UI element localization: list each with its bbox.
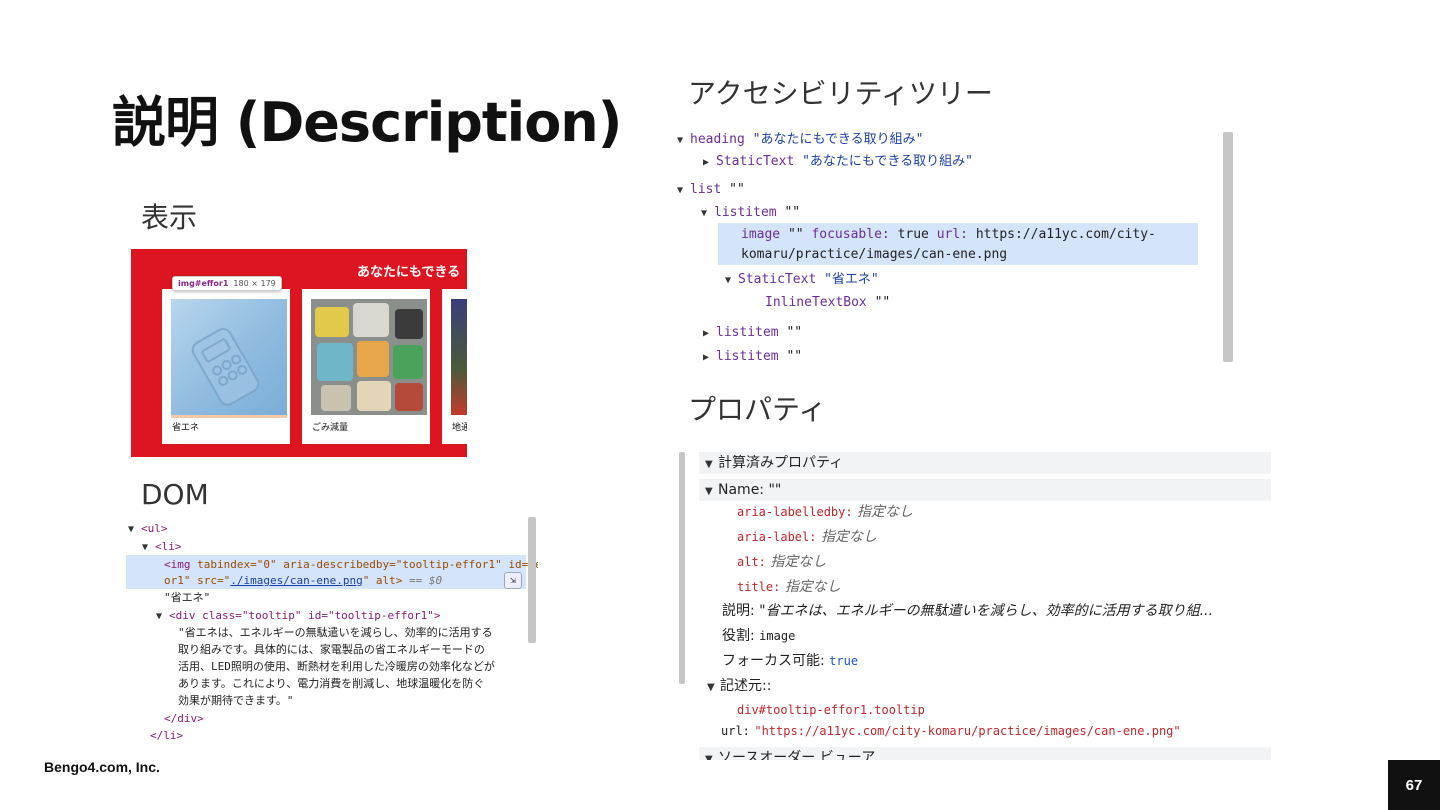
expand-triangle-icon[interactable]: ▼ bbox=[707, 677, 720, 699]
tooltip-selector: img#effor1 bbox=[178, 279, 229, 288]
ax-node-statictext[interactable]: ▼ StaticText "省エネ" bbox=[725, 270, 879, 290]
dom-node-img-cont[interactable]: or1" src="./images/can-ene.png" alt> == … bbox=[164, 572, 442, 589]
element-inspector-tooltip: img#effor1 180 × 179 bbox=[172, 276, 282, 291]
expand-triangle-icon[interactable]: ▼ bbox=[128, 521, 141, 538]
expand-triangle-icon[interactable]: ▼ bbox=[705, 454, 718, 476]
properties-label: プロパティ bbox=[688, 393, 827, 426]
prop-role: 役割: image bbox=[722, 628, 796, 644]
expand-triangle-icon[interactable]: ▼ bbox=[156, 608, 169, 625]
dom-node-li[interactable]: ▼ <li> bbox=[142, 538, 182, 555]
remote-control-image bbox=[171, 299, 287, 418]
ax-node-listitem-3[interactable]: ▶ listitem "" bbox=[703, 347, 802, 362]
src-link[interactable]: ./images/can-ene.png bbox=[230, 574, 362, 587]
footer-company: Bengo4.com, Inc. bbox=[44, 759, 160, 775]
dom-node-div-close: </div> bbox=[164, 712, 204, 725]
expand-triangle-icon[interactable]: ▼ bbox=[705, 481, 718, 503]
vegetables-image bbox=[451, 299, 467, 415]
preview-heading: あなたにもできる bbox=[357, 265, 461, 280]
prop-url: url: "https://a11yc.com/city-komaru/prac… bbox=[721, 724, 1181, 738]
ax-node-listitem[interactable]: ▼ listitem "" bbox=[701, 203, 800, 223]
ax-tree-scrollbar[interactable] bbox=[1223, 132, 1233, 362]
prop-focusable: フォーカス可能: true bbox=[722, 653, 859, 669]
collapse-triangle-icon[interactable]: ▶ bbox=[703, 153, 716, 173]
dom-node-ul[interactable]: ▼ <ul> bbox=[128, 520, 168, 537]
collapse-triangle-icon[interactable]: ▶ bbox=[703, 348, 716, 362]
dom-scrollbar[interactable] bbox=[528, 517, 536, 643]
ax-node-inlinetextbox[interactable]: InlineTextBox "" bbox=[765, 293, 890, 313]
prop-alt: alt: 指定なし bbox=[737, 554, 827, 570]
ax-node-listitem-2[interactable]: ▶ listitem "" bbox=[703, 323, 802, 343]
dom-node-img[interactable]: <img tabindex="0" aria-describedby="tool… bbox=[164, 556, 538, 573]
ax-node-heading[interactable]: ▼ heading "あなたにもできる取り組み" bbox=[677, 130, 924, 150]
dom-tooltip-text: 活用、LED照明の使用、断熱材を利用した冷暖房の効率化などが bbox=[178, 660, 495, 673]
preview-card-third[interactable]: 地通 bbox=[442, 289, 467, 444]
expand-triangle-icon[interactable]: ▼ bbox=[725, 271, 738, 291]
preview-caption: 地通 bbox=[452, 423, 467, 433]
expand-triangle-icon[interactable]: ▼ bbox=[142, 539, 155, 556]
preview-card-energy[interactable]: 省エネ bbox=[162, 289, 290, 444]
dom-text-node[interactable]: "省エネ" bbox=[164, 589, 210, 606]
trash-containers-image bbox=[311, 299, 427, 415]
preview-card-waste[interactable]: ごみ減量 bbox=[302, 289, 430, 444]
source-order-header[interactable]: ▼ ソースオーダー ビューア bbox=[699, 747, 1271, 760]
prop-title: title: 指定なし bbox=[737, 579, 841, 595]
preview-caption: ごみ減量 bbox=[312, 423, 349, 433]
properties-scrollbar[interactable] bbox=[679, 452, 685, 684]
rendered-preview: あなたにもできる 省エネ ごみ減量 地通 img#effor1 180 × 17… bbox=[131, 249, 467, 457]
dom-tooltip-text: 取り組みです。具体的には、家電製品の省エネルギーモードの bbox=[178, 643, 485, 656]
ax-node-heading-statictext[interactable]: ▶ StaticText "あなたにもできる取り組み" bbox=[703, 152, 973, 172]
prop-aria-labelledby: aria-labelledby: 指定なし bbox=[737, 504, 914, 520]
display-label: 表示 bbox=[141, 201, 198, 234]
prop-description: 説明: "省エネは、エネルギーの無駄遣いを減らし、効率的に活用する取り組... bbox=[722, 603, 1213, 619]
ax-tree-label: アクセシビリティツリー bbox=[688, 77, 993, 110]
described-by-target[interactable]: div#tooltip-effor1.tooltip bbox=[737, 699, 925, 721]
tooltip-size: 180 × 179 bbox=[233, 279, 276, 288]
expand-triangle-icon[interactable]: ▼ bbox=[701, 204, 714, 224]
ax-node-list[interactable]: ▼ list "" bbox=[677, 180, 745, 200]
preview-caption: 省エネ bbox=[172, 423, 200, 433]
name-row[interactable]: ▼ Name: "" bbox=[699, 479, 1271, 501]
expand-triangle-icon[interactable]: ▼ bbox=[705, 749, 718, 760]
accessibility-tree-panel: ▼ heading "あなたにもできる取り組み" ▶ StaticText "あなた… bbox=[677, 128, 1237, 362]
dom-node-li-close: </li> bbox=[150, 729, 184, 742]
collapse-triangle-icon[interactable]: ▶ bbox=[703, 324, 716, 344]
dom-tooltip-text: "省エネは、エネルギーの無駄遣いを減らし、効率的に活用する bbox=[178, 626, 493, 639]
dom-label: DOM bbox=[141, 478, 209, 511]
ai-assist-icon[interactable]: ⇲ bbox=[504, 572, 522, 589]
properties-panel: ▼ 計算済みプロパティ ▼ Name: "" aria-labelledby: 指定… bbox=[677, 452, 1271, 760]
ax-node-image[interactable]: image "" focusable: true url: https://a1… bbox=[741, 225, 1156, 245]
slide-title: 説明 (Description) bbox=[112, 91, 622, 154]
described-by-row[interactable]: ▼ 記述元:: bbox=[707, 675, 771, 697]
prop-aria-label: aria-label: 指定なし bbox=[737, 529, 877, 545]
dom-tooltip-text: あります。これにより、電力消費を削減し、地球温暖化を防ぐ bbox=[178, 677, 485, 690]
expand-triangle-icon[interactable]: ▼ bbox=[677, 131, 690, 151]
computed-properties-header[interactable]: ▼ 計算済みプロパティ bbox=[699, 452, 1271, 474]
ax-node-image-url-cont: komaru/practice/images/can-ene.png bbox=[741, 247, 1008, 262]
dom-tooltip-text: 効果が期待できます。" bbox=[178, 694, 294, 707]
dom-node-div-tooltip[interactable]: ▼ <div class="tooltip" id="tooltip-effor1… bbox=[156, 607, 441, 624]
page-number: 67 bbox=[1388, 760, 1440, 810]
expand-triangle-icon[interactable]: ▼ bbox=[677, 181, 690, 201]
dom-panel: ▼ <ul> ▼ <li> <img tabindex="0" aria-descr… bbox=[126, 515, 538, 745]
